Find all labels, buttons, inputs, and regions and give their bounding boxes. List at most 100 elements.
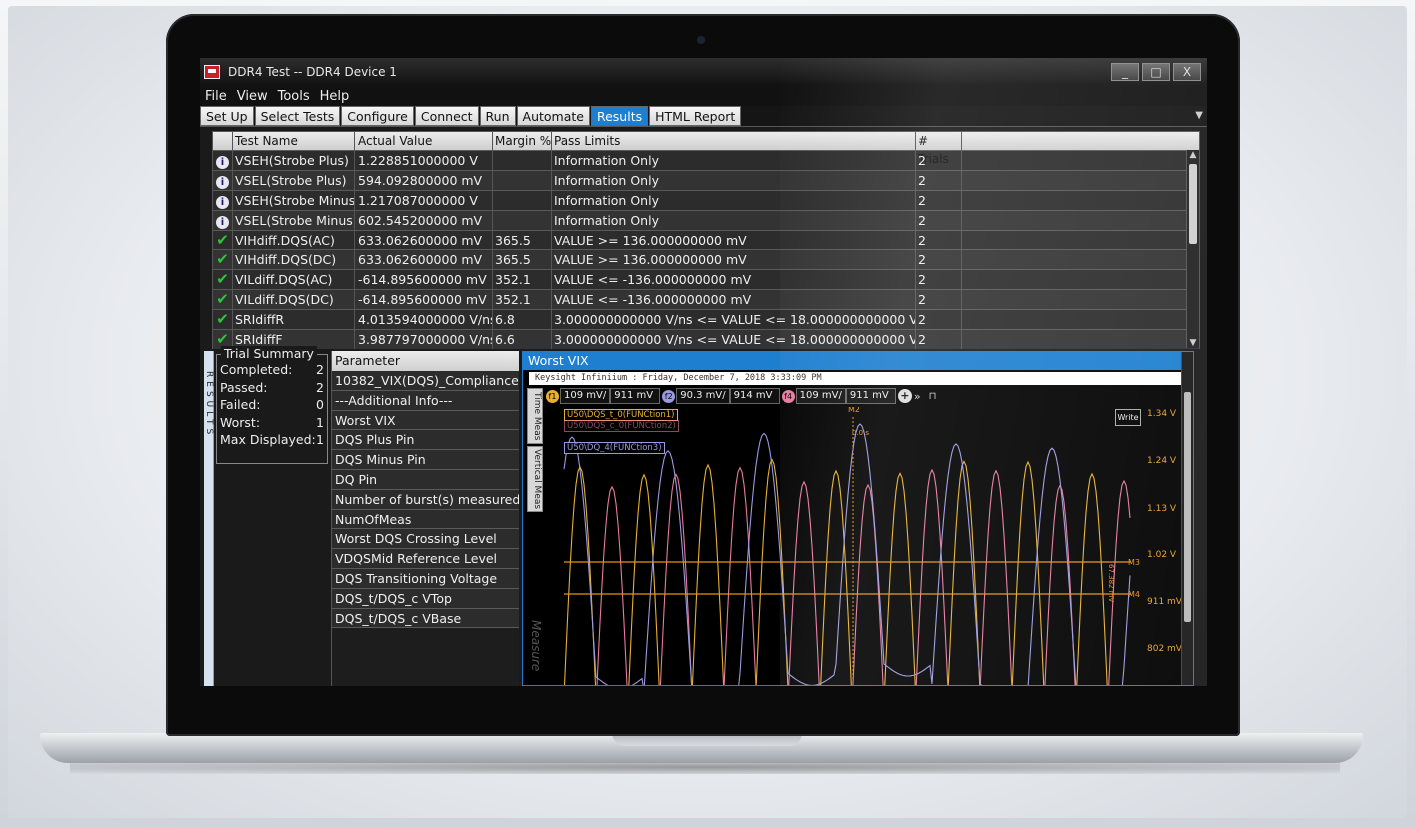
maximize-button[interactable]: □ xyxy=(1142,63,1170,81)
menu-bar: File View Tools Help xyxy=(200,86,1207,106)
trial-summary-row: Completed: 2 xyxy=(220,361,324,379)
header-actual-value[interactable]: Actual Value xyxy=(355,132,493,150)
add-measurement-icon[interactable]: + xyxy=(897,389,912,403)
graph-subtitle: Keysight Infiniium : Friday, December 7,… xyxy=(529,372,1187,385)
menu-help[interactable]: Help xyxy=(315,89,355,104)
header-margin[interactable]: Margin % xyxy=(493,132,552,150)
parameter-row[interactable]: Worst VIX xyxy=(332,410,519,431)
header-pass-limits[interactable]: Pass Limits xyxy=(552,132,916,150)
graph-scrollbar[interactable] xyxy=(1181,352,1193,685)
header-test-name[interactable]: Test Name xyxy=(233,132,355,150)
scroll-up-icon[interactable]: ▲ xyxy=(1187,150,1199,160)
parameter-row[interactable]: Worst DQS Crossing Level xyxy=(332,529,519,550)
f1-scale[interactable]: 109 mV/ xyxy=(560,388,611,404)
tab-run[interactable]: Run xyxy=(479,106,516,126)
info-icon: i xyxy=(216,195,229,209)
check-icon: ✔ xyxy=(216,270,229,289)
tab-html-report[interactable]: HTML Report xyxy=(649,106,742,126)
table-row[interactable]: i VSEL(Strobe Plus) 594.092800000 mV Inform… xyxy=(213,169,1199,190)
tab-connect[interactable]: Connect xyxy=(414,106,479,126)
table-row[interactable]: i VSEH(Strobe Plus) 1.228851000000 V Inform… xyxy=(213,150,1199,170)
cell-actual-value: -614.895600000 mV xyxy=(355,270,493,290)
meas-chip-f4[interactable]: f4 109 mV/ 911 mV xyxy=(781,388,896,404)
table-row[interactable]: ✔ VIHdiff.DQS(DC) 633.062600000 mV 365.5 VAL… xyxy=(213,249,1199,270)
status-cell: ✔ xyxy=(213,230,233,250)
f4-offset[interactable]: 911 mV xyxy=(845,388,896,404)
status-cell: i xyxy=(213,151,233,170)
cell-margin: 6.8 xyxy=(493,310,552,330)
tab-results[interactable]: Results xyxy=(590,106,649,126)
parameter-row[interactable]: Number of burst(s) measured xyxy=(332,489,519,510)
cell-margin xyxy=(493,190,552,210)
parameter-row[interactable]: 10382_VIX(DQS)_Compliance xyxy=(332,371,519,391)
scroll-down-icon[interactable]: ▼ xyxy=(1187,338,1199,348)
worst-vix-graph: Worst VIX Keysight Infiniium : Friday, D… xyxy=(522,351,1194,686)
parameter-row[interactable]: VDQSMid Reference Level xyxy=(332,549,519,569)
parameter-row[interactable]: DQS Minus Pin xyxy=(332,450,519,470)
tab-set-up[interactable]: Set Up xyxy=(200,106,254,126)
tab-overflow-icon[interactable]: ▼ xyxy=(1195,110,1203,121)
pin-icon[interactable]: ⊓ xyxy=(929,391,937,402)
table-row[interactable]: ✔ VIHdiff.DQS(AC) 633.062600000 mV 365.5 VAL… xyxy=(213,229,1199,250)
write-button[interactable]: Write xyxy=(1115,409,1141,426)
cell-trials: 2 xyxy=(916,330,962,349)
table-row[interactable]: ✔ VILdiff.DQS(AC) -614.895600000 mV 352.1 VA… xyxy=(213,269,1199,290)
f4-scale[interactable]: 109 mV/ xyxy=(795,388,846,404)
parameter-header[interactable]: Parameter xyxy=(332,351,519,371)
table-row[interactable]: ✔ VILdiff.DQS(DC) -614.895600000 mV 352.1 VA… xyxy=(213,289,1199,310)
header-trials[interactable]: # Trials xyxy=(916,132,962,166)
cell-margin: 352.1 xyxy=(493,290,552,310)
parameter-row[interactable]: DQ Pin xyxy=(332,469,519,490)
cell-margin: 365.5 xyxy=(493,230,552,250)
tab-vertical-meas[interactable]: Vertical Meas xyxy=(527,446,543,512)
info-icon: i xyxy=(216,175,229,189)
f2-scale[interactable]: 90.3 mV/ xyxy=(676,388,730,404)
parameter-row[interactable]: DQS Transitioning Voltage xyxy=(332,568,519,589)
menu-view[interactable]: View xyxy=(232,89,273,104)
table-row[interactable]: i VSEH(Strobe Minus) 1.217087000000 V Infor… xyxy=(213,189,1199,210)
meas-chip-f2[interactable]: f2 90.3 mV/ 914 mV xyxy=(662,388,780,404)
trial-value: 2 xyxy=(316,362,324,377)
cell-trials: 2 xyxy=(916,290,962,310)
trial-label: Completed: xyxy=(220,362,293,377)
cell-test-name: VILdiff.DQS(AC) xyxy=(233,270,355,290)
results-side-rail[interactable]: RESULTS xyxy=(204,351,214,686)
channel-label-dqs-c: U50\DQS_c_0(FUNCtion2) xyxy=(564,420,679,432)
table-header: Test Name Actual Value Margin % Pass Lim… xyxy=(213,132,1199,166)
graph-scroll-thumb[interactable] xyxy=(1184,392,1191,622)
minimize-button[interactable]: _ xyxy=(1111,63,1139,81)
menu-file[interactable]: File xyxy=(200,89,232,104)
parameter-row[interactable]: ---Additional Info--- xyxy=(332,390,519,411)
tab-select-tests[interactable]: Select Tests xyxy=(254,106,341,126)
cell-pass-limits: VALUE >= 136.000000000 mV xyxy=(552,230,916,250)
expand-arrow-icon[interactable]: » xyxy=(914,390,921,403)
check-icon: ✔ xyxy=(216,250,229,269)
cell-actual-value: 633.062600000 mV xyxy=(355,250,493,270)
table-row[interactable]: i VSEL(Strobe Minus) 602.545200000 mV Infor… xyxy=(213,209,1199,230)
tab-automate[interactable]: Automate xyxy=(516,106,590,126)
parameter-row[interactable]: DQS_t/DQS_c VBase xyxy=(332,608,519,629)
f1-offset[interactable]: 911 mV xyxy=(610,388,661,404)
cell-test-name: VSEH(Strobe Plus) xyxy=(233,151,355,170)
menu-tools[interactable]: Tools xyxy=(273,89,315,104)
tab-time-meas[interactable]: Time Meas xyxy=(527,388,543,444)
status-cell: i xyxy=(213,190,233,210)
f2-offset[interactable]: 914 mV xyxy=(729,388,780,404)
meas-chip-f1[interactable]: f1 109 mV/ 911 mV xyxy=(546,388,661,404)
parameter-row[interactable]: DQS_t/DQS_c VTop xyxy=(332,588,519,609)
cell-test-name: SRIdiffR xyxy=(233,310,355,330)
close-button[interactable]: X xyxy=(1173,63,1201,81)
trial-value: 2 xyxy=(316,379,324,395)
measure-watermark: Measure xyxy=(529,620,543,672)
tab-configure[interactable]: Configure xyxy=(341,106,414,126)
marker-m3-label: M3 xyxy=(1128,558,1140,567)
results-scrollbar[interactable]: ▲ ▼ xyxy=(1186,150,1199,348)
app-icon xyxy=(204,65,220,79)
table-row[interactable]: ✔ SRIdiffF 3.987797000000 V/ns 6.6 3.0000000… xyxy=(213,329,1199,349)
cell-pass-limits: VALUE <= -136.000000000 mV xyxy=(552,290,916,310)
scroll-thumb[interactable] xyxy=(1189,164,1197,244)
parameter-row[interactable]: NumOfMeas xyxy=(332,509,519,530)
check-icon: ✔ xyxy=(216,230,229,249)
parameter-row[interactable]: DQS Plus Pin xyxy=(332,430,519,451)
table-row[interactable]: ✔ SRIdiffR 4.013594000000 V/ns 6.8 3.0000000… xyxy=(213,309,1199,330)
